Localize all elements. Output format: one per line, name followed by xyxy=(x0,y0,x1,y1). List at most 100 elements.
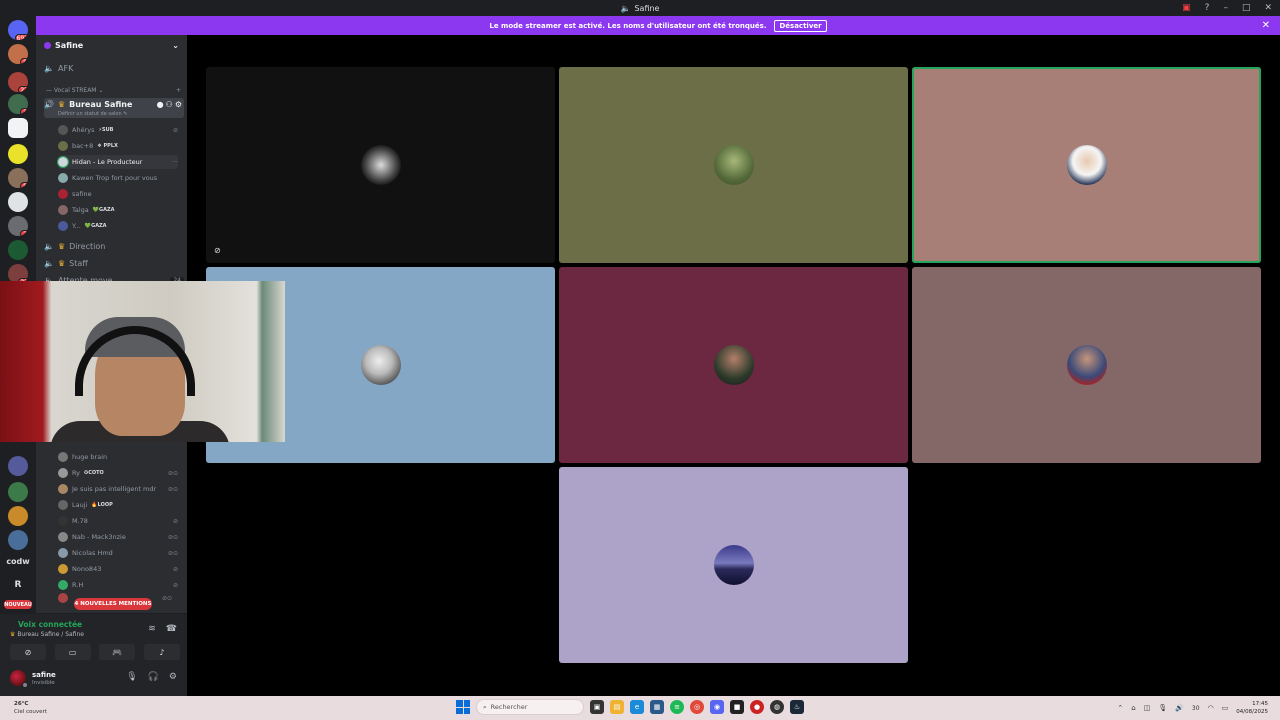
microphone-icon[interactable]: 🎙 xyxy=(1158,704,1167,712)
disconnect-icon[interactable]: ☎ xyxy=(166,624,177,634)
voice-channel-path[interactable]: ♛ Bureau Safine / Safine xyxy=(10,631,84,638)
server-r[interactable]: R xyxy=(4,580,32,590)
avatar xyxy=(58,500,68,510)
voice-user[interactable]: Lauji 🔥LOOP xyxy=(58,498,178,512)
maximize-button[interactable]: □ xyxy=(1242,3,1251,13)
server-icon-8[interactable]: 2 xyxy=(8,216,28,236)
more-icon[interactable]: ··· xyxy=(172,159,178,166)
participant-tile[interactable] xyxy=(912,267,1261,463)
spotify-icon[interactable]: ≡ xyxy=(670,700,684,714)
voice-user[interactable]: Nicolas Hmd ⊘⊙ xyxy=(58,546,178,560)
speaker-icon: 🔈 xyxy=(620,3,631,13)
activities-button[interactable]: 🎮 xyxy=(99,644,136,660)
server-icon-7[interactable] xyxy=(8,192,28,212)
steam-icon[interactable]: ♨ xyxy=(790,700,804,714)
screen-share-button[interactable]: ▭ xyxy=(54,644,91,660)
voice-user[interactable]: Ry ✪COTO ⊘⊙ xyxy=(58,466,178,480)
volume-icon[interactable]: 🔊 xyxy=(1175,704,1184,712)
server-header[interactable]: Safine ⌄ xyxy=(44,41,179,50)
server-icon-6[interactable]: 8 xyxy=(8,168,28,188)
channel-afk[interactable]: 🔈 AFK xyxy=(44,61,184,75)
voice-user[interactable]: huge brain xyxy=(58,450,178,464)
windows-start-icon[interactable] xyxy=(456,700,470,714)
clock[interactable]: 17:45 04/08/2025 xyxy=(1236,700,1268,716)
participant-tile[interactable]: ⊘ xyxy=(206,67,555,263)
search-icon: ⌕ xyxy=(483,702,487,711)
weather-widget[interactable]: 26°C Ciel couvert xyxy=(14,700,47,716)
voice-user[interactable]: Ahérys ⚡SUB ⊘ xyxy=(58,123,178,137)
username[interactable]: safine xyxy=(32,671,56,679)
voice-user[interactable]: Talga 💚GAZA xyxy=(58,203,178,217)
server-icon-1[interactable]: 8 xyxy=(8,44,28,64)
new-mentions-pill[interactable]: 4 NOUVELLES MENTIONS xyxy=(74,598,152,610)
server-icon-3[interactable]: 3 xyxy=(8,94,28,114)
voice-user[interactable]: Je suis pas intelligent mdr ⊘⊙ xyxy=(58,482,178,496)
battery-icon[interactable]: ▭ xyxy=(1222,704,1229,712)
channel-status-hint[interactable]: Définir un statut de salon ✎ xyxy=(58,111,127,117)
avatar xyxy=(58,452,68,462)
help-icon[interactable]: ? xyxy=(1205,3,1210,13)
server-icon-12[interactable] xyxy=(8,482,28,502)
channel-staff[interactable]: 🔈 ♛ Staff xyxy=(44,256,184,270)
discord-window: 🔈 Safine ▣ ? – □ ✕ 691 8 21 3 8 2 21 cod… xyxy=(0,0,1280,720)
close-button[interactable]: ✕ xyxy=(1264,3,1272,13)
server-codw[interactable]: codw xyxy=(4,557,32,566)
noise-suppression-icon[interactable]: ≋ xyxy=(148,624,156,634)
voice-user[interactable]: R.H ⊘ xyxy=(58,578,178,592)
home-server[interactable]: 691 xyxy=(8,20,28,40)
app-tray-icon[interactable]: ◫ xyxy=(1144,704,1151,712)
disable-streamer-button[interactable]: Désactiver xyxy=(774,19,827,32)
participant-tile[interactable] xyxy=(559,67,908,263)
minimize-button[interactable]: – xyxy=(1223,3,1228,13)
server-icon-14[interactable] xyxy=(8,530,28,550)
category-vocal-stream[interactable]: — Vocal STREAM ⌄ + xyxy=(46,87,181,94)
network-icon[interactable]: ⌂ xyxy=(1131,704,1135,712)
voice-user[interactable]: Kawen Trop fort pour vous xyxy=(58,171,178,185)
avatar[interactable] xyxy=(10,670,28,688)
close-icon[interactable]: ✕ xyxy=(1262,20,1270,31)
voice-user[interactable]: Nono843 ⊘ xyxy=(58,562,178,576)
app-icon[interactable]: ■ xyxy=(730,700,744,714)
chevron-up-icon[interactable]: ⌃ xyxy=(1117,704,1123,712)
voice-user[interactable]: Y... 💚GAZA xyxy=(58,219,178,233)
new-badge[interactable]: NOUVEAU xyxy=(4,600,32,609)
server-icon-11[interactable] xyxy=(8,456,28,476)
voice-user[interactable]: safine xyxy=(58,187,178,201)
discord-icon[interactable]: ◉ xyxy=(710,700,724,714)
server-icon-4[interactable] xyxy=(8,118,28,138)
avatar xyxy=(58,221,68,231)
channel-actions[interactable]: ●⚇⚙ xyxy=(157,100,184,109)
server-icon-5[interactable] xyxy=(8,144,28,164)
store-icon[interactable]: ▦ xyxy=(650,700,664,714)
voice-user[interactable]: Nab - Mack3nzie ⊘⊙ xyxy=(58,530,178,544)
avatar xyxy=(58,468,68,478)
camera-off-button[interactable]: ⊘ xyxy=(10,644,46,660)
add-channel-icon[interactable]: + xyxy=(176,87,181,94)
edge-icon[interactable]: e xyxy=(630,700,644,714)
voice-user[interactable]: bac+8 ❖ PPLX xyxy=(58,139,178,153)
app-icon[interactable]: ● xyxy=(750,700,764,714)
participant-tile-speaking[interactable] xyxy=(912,67,1261,263)
wifi-icon[interactable]: ◠ xyxy=(1208,704,1214,712)
channel-direction[interactable]: 🔈 ♛ Direction xyxy=(44,239,184,253)
windows-taskbar: 26°C Ciel couvert ⌕ Rechercher ▣ ▤ e ▦ ≡… xyxy=(0,696,1280,720)
file-explorer-icon[interactable]: ▤ xyxy=(610,700,624,714)
inbox-icon[interactable]: ▣ xyxy=(1182,3,1191,13)
headphones-icon[interactable]: 🎧 xyxy=(148,672,159,682)
participant-tile[interactable] xyxy=(559,267,908,463)
server-icon-2[interactable]: 21 xyxy=(8,72,28,92)
server-icon-13[interactable] xyxy=(8,506,28,526)
obs-icon[interactable]: ◍ xyxy=(770,700,784,714)
microphone-icon[interactable]: 🎙 xyxy=(126,672,137,682)
soundboard-button[interactable]: ♪ xyxy=(143,644,180,660)
gear-icon[interactable]: ⚙ xyxy=(169,672,177,682)
voice-user[interactable]: M.78 ⊘ xyxy=(58,514,178,528)
server-icon-9[interactable] xyxy=(8,240,28,260)
participant-tile[interactable] xyxy=(559,467,908,663)
chrome-icon[interactable]: ◎ xyxy=(690,700,704,714)
voice-user[interactable]: Hidan - Le Producteur ··· xyxy=(57,155,178,169)
task-view-icon[interactable]: ▣ xyxy=(590,700,604,714)
speaker-icon: 🔊 xyxy=(44,100,54,109)
user-panel: safine Invisible 🎙 🎧 ⚙ xyxy=(0,665,187,696)
taskbar-search[interactable]: ⌕ Rechercher xyxy=(476,699,584,715)
